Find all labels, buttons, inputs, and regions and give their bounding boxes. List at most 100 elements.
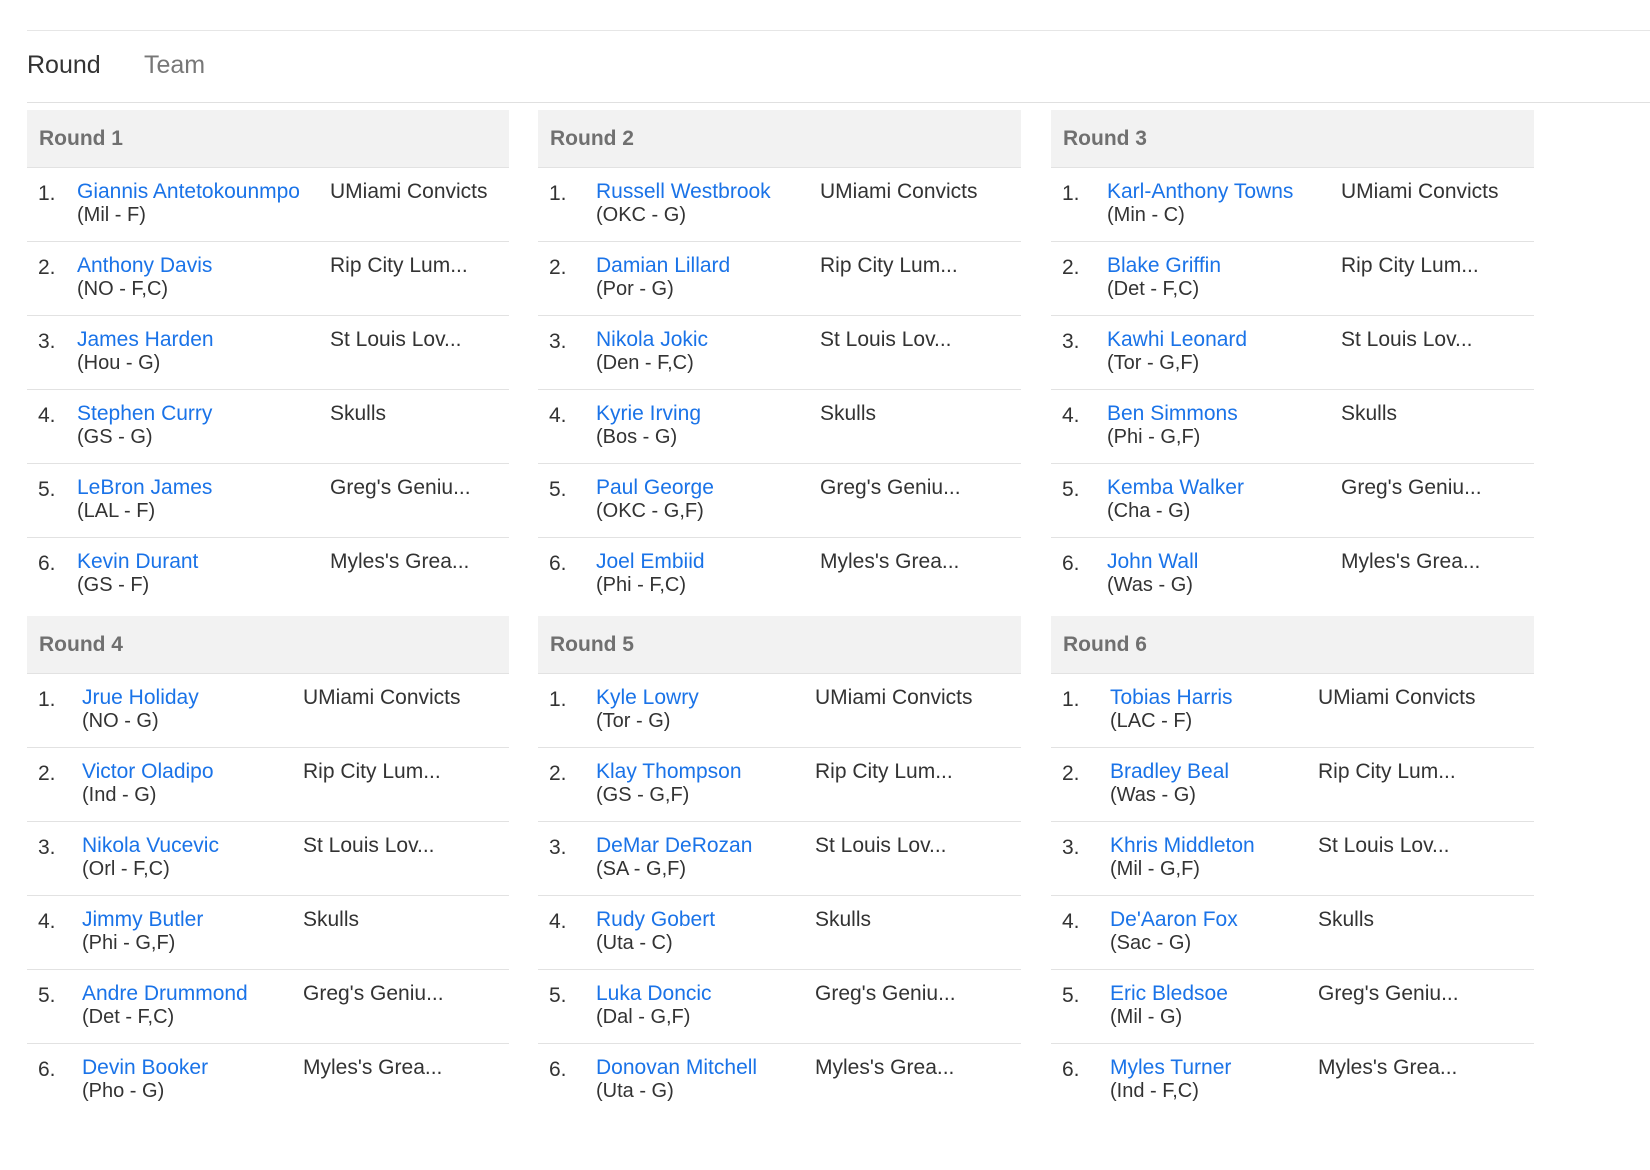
player-link[interactable]: Anthony Davis <box>77 254 212 278</box>
pick-row: 6. Devin Booker (Pho - G) Myles's Grea... <box>27 1044 509 1118</box>
player-link[interactable]: Kawhi Leonard <box>1107 328 1247 352</box>
fantasy-team-name: Rip City Lum... <box>330 254 468 277</box>
pick-row: 4. Kyrie Irving (Bos - G) Skulls <box>538 390 1021 464</box>
pick-number: 4. <box>38 404 56 427</box>
round-panel: Round 6 1. Tobias Harris (LAC - F) UMiami Co… <box>1051 616 1534 1118</box>
pick-number: 1. <box>549 182 567 205</box>
player-link[interactable]: Joel Embiid <box>596 550 705 574</box>
player-link[interactable]: Tobias Harris <box>1110 686 1233 710</box>
pick-number: 4. <box>1062 404 1080 427</box>
pick-number: 6. <box>549 552 567 575</box>
pick-number: 2. <box>549 256 567 279</box>
player-link[interactable]: Blake Griffin <box>1107 254 1221 278</box>
player-link[interactable]: Jrue Holiday <box>82 686 199 710</box>
pick-number: 6. <box>38 552 56 575</box>
pick-row: 2. Bradley Beal (Was - G) Rip City Lum... <box>1051 748 1534 822</box>
fantasy-team-name: Rip City Lum... <box>1341 254 1479 277</box>
fantasy-team-name: Myles's Grea... <box>1341 550 1481 573</box>
player-link[interactable]: James Harden <box>77 328 214 352</box>
player-link[interactable]: Donovan Mitchell <box>596 1056 757 1080</box>
player-link[interactable]: Stephen Curry <box>77 402 212 426</box>
player-team-position: (SA - G,F) <box>596 858 686 880</box>
pick-number: 2. <box>1062 762 1080 785</box>
fantasy-team-name: Skulls <box>820 402 877 425</box>
round-panel: Round 3 1. Karl-Anthony Towns (Min - C) UMia… <box>1051 110 1534 612</box>
player-team-position: (Dal - G,F) <box>596 1006 691 1028</box>
fantasy-team-name: Myles's Grea... <box>1318 1056 1458 1079</box>
player-team-position: (Uta - C) <box>596 932 673 954</box>
player-link[interactable]: Jimmy Butler <box>82 908 203 932</box>
player-link[interactable]: Luka Doncic <box>596 982 712 1006</box>
pick-number: 2. <box>38 256 56 279</box>
player-link[interactable]: Victor Oladipo <box>82 760 214 784</box>
fantasy-team-name: Myles's Grea... <box>303 1056 443 1079</box>
player-link[interactable]: Karl-Anthony Towns <box>1107 180 1293 204</box>
player-link[interactable]: Andre Drummond <box>82 982 248 1006</box>
fantasy-team-name: St Louis Lov... <box>1341 328 1473 351</box>
player-link[interactable]: Khris Middleton <box>1110 834 1255 858</box>
pick-number: 2. <box>38 762 56 785</box>
round-header: Round 5 <box>538 616 1021 674</box>
fantasy-team-name: Rip City Lum... <box>815 760 953 783</box>
player-team-position: (Sac - G) <box>1110 932 1192 954</box>
fantasy-team-name: Skulls <box>303 908 360 931</box>
player-link[interactable]: Nikola Jokic <box>596 328 708 352</box>
fantasy-team-name: Skulls <box>330 402 387 425</box>
pick-number: 1. <box>1062 688 1080 711</box>
pick-row: 6. John Wall (Was - G) Myles's Grea... <box>1051 538 1534 612</box>
player-link[interactable]: Devin Booker <box>82 1056 208 1080</box>
round-panel: Round 5 1. Kyle Lowry (Tor - G) UMiami Convi… <box>538 616 1021 1118</box>
pick-number: 1. <box>38 688 56 711</box>
fantasy-team-name: UMiami Convicts <box>820 180 978 203</box>
fantasy-team-name: Skulls <box>815 908 872 931</box>
player-link[interactable]: Ben Simmons <box>1107 402 1238 426</box>
player-team-position: (NO - G) <box>82 710 159 732</box>
player-team-position: (Mil - F) <box>77 204 146 226</box>
player-team-position: (Ind - G) <box>82 784 157 806</box>
player-link[interactable]: Myles Turner <box>1110 1056 1231 1080</box>
player-link[interactable]: Rudy Gobert <box>596 908 715 932</box>
pick-row: 2. Klay Thompson (GS - G,F) Rip City Lum... <box>538 748 1021 822</box>
player-link[interactable]: Kyle Lowry <box>596 686 699 710</box>
tab-team[interactable]: Team <box>144 51 205 80</box>
player-team-position: (Ind - F,C) <box>1110 1080 1199 1102</box>
player-link[interactable]: Paul George <box>596 476 714 500</box>
player-link[interactable]: Kemba Walker <box>1107 476 1244 500</box>
player-link[interactable]: LeBron James <box>77 476 212 500</box>
player-link[interactable]: Russell Westbrook <box>596 180 771 204</box>
fantasy-team-name: Myles's Grea... <box>330 550 470 573</box>
tab-round[interactable]: Round <box>27 51 101 80</box>
fantasy-team-name: UMiami Convicts <box>1341 180 1499 203</box>
player-link[interactable]: Bradley Beal <box>1110 760 1229 784</box>
pick-row: 6. Joel Embiid (Phi - F,C) Myles's Grea... <box>538 538 1021 612</box>
player-team-position: (GS - G,F) <box>596 784 690 806</box>
player-link[interactable]: Damian Lillard <box>596 254 730 278</box>
player-team-position: (Tor - G,F) <box>1107 352 1200 374</box>
pick-row: 5. Paul George (OKC - G,F) Greg's Geniu... <box>538 464 1021 538</box>
player-team-position: (Det - F,C) <box>1107 278 1200 300</box>
player-team-position: (Phi - G,F) <box>1107 426 1201 448</box>
pick-row: 3. James Harden (Hou - G) St Louis Lov... <box>27 316 509 390</box>
round-header: Round 2 <box>538 110 1021 168</box>
player-team-position: (Orl - F,C) <box>82 858 170 880</box>
pick-number: 4. <box>38 910 56 933</box>
player-link[interactable]: Eric Bledsoe <box>1110 982 1228 1006</box>
player-link[interactable]: DeMar DeRozan <box>596 834 752 858</box>
fantasy-team-name: Myles's Grea... <box>815 1056 955 1079</box>
fantasy-team-name: St Louis Lov... <box>1318 834 1450 857</box>
fantasy-team-name: St Louis Lov... <box>820 328 952 351</box>
player-team-position: (OKC - G,F) <box>596 500 704 522</box>
player-link[interactable]: Klay Thompson <box>596 760 742 784</box>
player-link[interactable]: Giannis Antetokounmpo <box>77 180 300 204</box>
player-link[interactable]: Kyrie Irving <box>596 402 701 426</box>
fantasy-team-name: Greg's Geniu... <box>303 982 444 1005</box>
pick-row: 2. Blake Griffin (Det - F,C) Rip City Lum..… <box>1051 242 1534 316</box>
player-link[interactable]: Kevin Durant <box>77 550 198 574</box>
player-link[interactable]: De'Aaron Fox <box>1110 908 1238 932</box>
player-link[interactable]: Nikola Vucevic <box>82 834 219 858</box>
pick-number: 3. <box>1062 330 1080 353</box>
player-link[interactable]: John Wall <box>1107 550 1198 574</box>
pick-number: 6. <box>1062 552 1080 575</box>
fantasy-team-name: St Louis Lov... <box>303 834 435 857</box>
player-team-position: (Mil - G) <box>1110 1006 1183 1028</box>
